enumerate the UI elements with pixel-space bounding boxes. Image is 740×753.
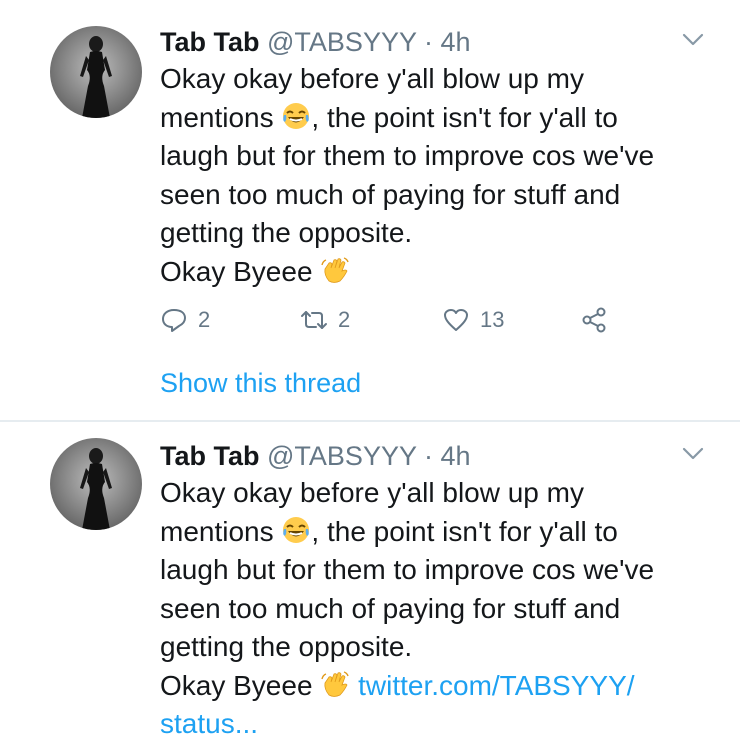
avatar[interactable] — [50, 26, 142, 118]
separator-dot: · — [424, 441, 433, 471]
avatar-silhouette-icon — [80, 36, 112, 118]
like-count: 13 — [480, 307, 505, 332]
author-name[interactable]: Tab Tab — [160, 27, 260, 57]
tweet-header: Tab Tab @TABSYYY · 4h — [160, 440, 471, 472]
timestamp[interactable]: 4h — [441, 441, 471, 471]
tweet-status-link-continuation[interactable]: status... — [160, 708, 258, 739]
tweet-fragment: mentions — [160, 515, 274, 547]
tweet-status-link[interactable]: twitter.com/TABSYYY/ — [358, 670, 634, 701]
tweet-line: getting the opposite. — [160, 217, 413, 248]
tweet-line: status... — [160, 705, 720, 744]
tweet-line: laugh but for them to improve cos we've — [160, 140, 655, 171]
tweet-line: Okay Byeee twitter.com/TABSYYY/ — [160, 667, 720, 706]
tweet-actions: 2 2 13 — [160, 306, 630, 342]
tweet-line: Okay okay before y'all blow up my — [160, 63, 584, 94]
author-handle[interactable]: @TABSYYY — [267, 441, 416, 471]
tweet-line: Okay Byeee — [160, 253, 720, 292]
tweet-fragment: Okay Byeee — [160, 669, 313, 701]
share-button[interactable] — [580, 306, 608, 334]
tweet-text: Okay okay before y'all blow up my mentio… — [160, 474, 720, 744]
tweet-line: seen too much of paying for stuff and — [160, 178, 621, 210]
tweet-line: Okay okay before y'all blow up my — [160, 477, 584, 508]
tweet-line: seen too much of paying for stuff and — [160, 592, 621, 624]
waving-hand-icon — [321, 256, 349, 283]
show-thread-link[interactable]: Show this thread — [160, 366, 361, 400]
retweet-button[interactable]: 2 — [300, 306, 350, 334]
retweet-count: 2 — [338, 307, 351, 332]
author-handle[interactable]: @TABSYYY — [267, 27, 416, 57]
tweet[interactable]: Tab Tab @TABSYYY · 4h Okay okay before y… — [0, 422, 740, 753]
retweet-icon — [301, 311, 327, 329]
face-with-tears-of-joy-icon — [283, 516, 310, 543]
tweet-line: getting the opposite. — [160, 631, 413, 662]
tweet-fragment: Okay Byeee — [160, 255, 313, 287]
share-icon — [582, 307, 606, 333]
reply-icon — [162, 309, 186, 332]
like-button[interactable]: 13 — [442, 306, 504, 334]
tweet-fragment: mentions — [160, 101, 274, 133]
heart-icon — [444, 309, 468, 331]
timestamp[interactable]: 4h — [441, 27, 471, 57]
tweet-line: laugh but for them to improve cos we've — [160, 554, 655, 585]
tweet-fragment: , the point isn't for y'all to — [311, 515, 618, 547]
tweet-header: Tab Tab @TABSYYY · 4h — [160, 26, 471, 58]
avatar[interactable] — [50, 438, 142, 530]
tweet-line: mentions , the point isn't for y'all to — [160, 99, 720, 138]
chevron-down-icon[interactable] — [682, 32, 704, 48]
tweet[interactable]: Tab Tab @TABSYYY · 4h Okay okay before y… — [0, 0, 740, 420]
avatar-silhouette-icon — [80, 448, 112, 530]
face-with-tears-of-joy-icon — [283, 102, 310, 129]
chevron-down-icon[interactable] — [682, 446, 704, 462]
reply-button[interactable]: 2 — [160, 306, 210, 334]
tweet-fragment: , the point isn't for y'all to — [311, 101, 618, 133]
tweet-line: mentions , the point isn't for y'all to — [160, 513, 720, 552]
reply-count: 2 — [198, 307, 211, 332]
waving-hand-icon — [321, 670, 349, 697]
author-name[interactable]: Tab Tab — [160, 441, 260, 471]
separator-dot: · — [424, 27, 433, 57]
tweet-text: Okay okay before y'all blow up my mentio… — [160, 60, 720, 291]
